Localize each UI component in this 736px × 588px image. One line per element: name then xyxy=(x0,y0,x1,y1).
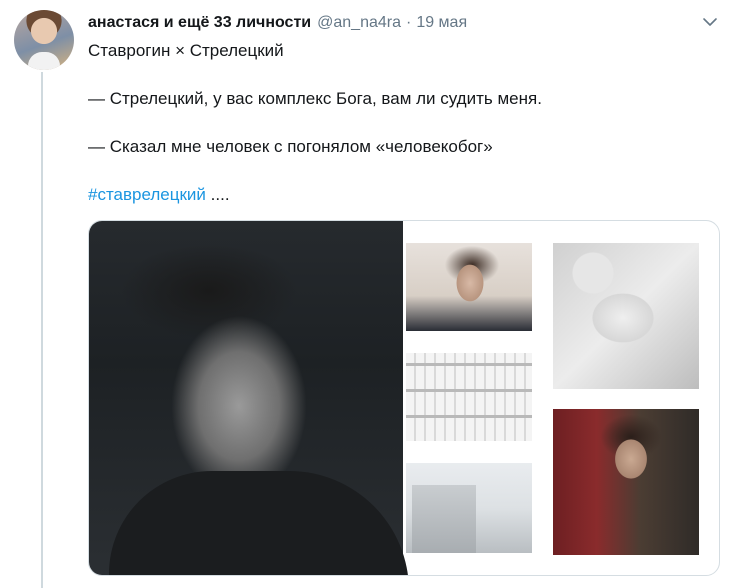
main-portrait-photo[interactable] xyxy=(89,221,409,575)
shelf-line xyxy=(406,363,532,366)
building-photo[interactable] xyxy=(406,463,532,553)
tweet-hashtag-line: #ставрелецкий .... xyxy=(88,183,708,207)
avatar[interactable] xyxy=(14,10,74,70)
separator-dot: · xyxy=(405,14,412,31)
portrait-with-cane-photo[interactable] xyxy=(553,409,699,555)
tweet-line-title: Ставрогин × Стрелецкий xyxy=(88,41,284,60)
portrait-shoulder xyxy=(109,471,409,575)
shelf-line xyxy=(406,389,532,392)
chevron-down-icon[interactable] xyxy=(702,14,718,30)
user-handle[interactable]: @an_na4ra xyxy=(317,14,401,32)
tweet-text: Ставрогин × Стрелецкий — Стрелецкий, у в… xyxy=(88,39,708,207)
media-collage[interactable] xyxy=(88,220,720,576)
tweet-line-quote-2: — Сказал мне человек с погонялом «челове… xyxy=(88,137,493,156)
building-facade xyxy=(412,485,476,553)
avatar-shirt xyxy=(28,52,60,70)
thread-line xyxy=(41,72,43,588)
tweet-date[interactable]: 19 мая xyxy=(416,14,467,32)
portrait-photo-small[interactable] xyxy=(406,243,532,331)
skull-sculpture-photo[interactable] xyxy=(553,243,699,389)
hashtag-link[interactable]: #ставрелецкий xyxy=(88,185,206,204)
display-name[interactable]: анастася и ещё 33 личности xyxy=(88,14,311,32)
bookshelf-photo[interactable] xyxy=(406,353,532,441)
shelf-line xyxy=(406,415,532,418)
hashtag-suffix: .... xyxy=(205,185,230,204)
tweet-header: анастася и ещё 33 личности @an_na4ra · 1… xyxy=(88,14,716,36)
tweet-line-quote-1: — Стрелецкий, у вас комплекс Бога, вам л… xyxy=(88,89,542,108)
